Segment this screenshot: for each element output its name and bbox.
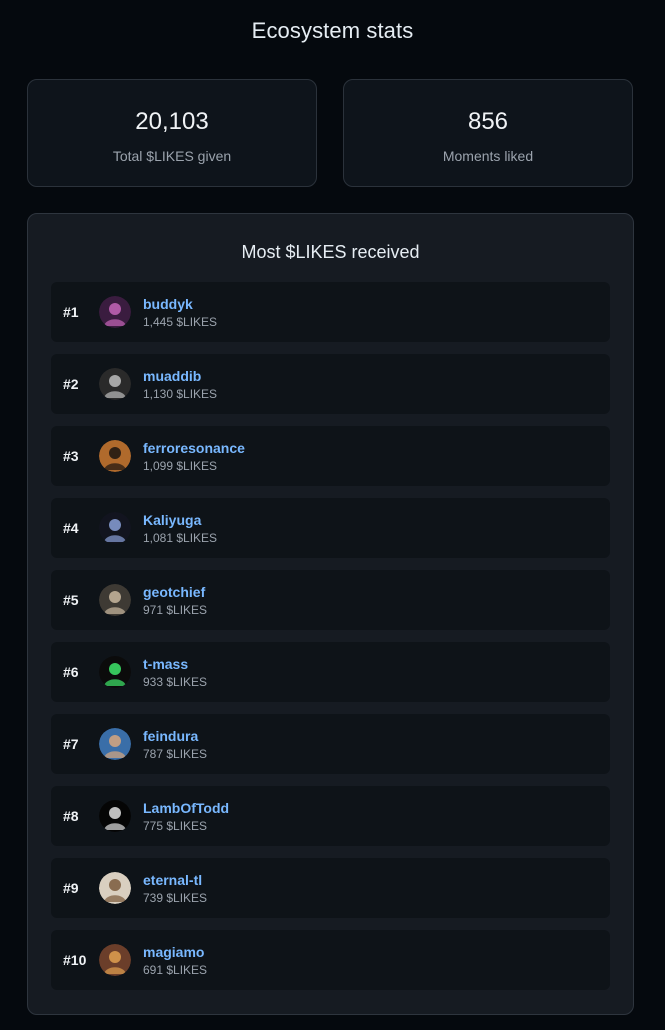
leaderboard-row[interactable]: #2 muaddib 1,130 $LIKES	[51, 354, 610, 414]
total-likes-value: 20,103	[135, 108, 209, 135]
avatar[interactable]	[99, 512, 131, 544]
leaderboard-row[interactable]: #4 Kaliyuga 1,081 $LIKES	[51, 498, 610, 558]
username-link[interactable]: t-mass	[143, 656, 188, 672]
leaderboard-row[interactable]: #3 ferroresonance 1,099 $LIKES	[51, 426, 610, 486]
username-link[interactable]: geotchief	[143, 584, 205, 600]
leaderboard-panel: Most $LIKES received #1 buddyk 1,445 $LI…	[27, 213, 634, 1015]
moments-liked-value: 856	[467, 108, 509, 135]
likes-count: 739 $LIKES	[143, 891, 208, 905]
username-link[interactable]: ferroresonance	[143, 440, 245, 456]
avatar[interactable]	[99, 800, 131, 832]
likes-count: 933 $LIKES	[143, 675, 208, 689]
avatar[interactable]	[99, 872, 131, 904]
username-link[interactable]: muaddib	[143, 368, 201, 384]
likes-count: 1,081 $LIKES	[143, 531, 218, 545]
total-likes-label: Total $LIKES given	[112, 148, 232, 164]
likes-count: 775 $LIKES	[143, 819, 208, 833]
rank-label: #10	[63, 952, 87, 968]
leaderboard-row[interactable]: #9 eternal-tl 739 $LIKES	[51, 858, 610, 918]
username-link[interactable]: buddyk	[143, 296, 193, 312]
username-link[interactable]: Kaliyuga	[143, 512, 201, 528]
stat-card-total-likes: 20,103 Total $LIKES given	[27, 79, 317, 187]
avatar[interactable]	[99, 728, 131, 760]
avatar[interactable]	[99, 368, 131, 400]
rank-label: #5	[63, 592, 79, 608]
avatar[interactable]	[99, 440, 131, 472]
username-link[interactable]: magiamo	[143, 944, 204, 960]
avatar[interactable]	[99, 584, 131, 616]
username-link[interactable]: eternal-tl	[143, 872, 202, 888]
moments-liked-label: Moments liked	[442, 148, 534, 164]
leaderboard-row[interactable]: #5 geotchief 971 $LIKES	[51, 570, 610, 630]
leaderboard-row[interactable]: #6 t-mass 933 $LIKES	[51, 642, 610, 702]
username-link[interactable]: feindura	[143, 728, 198, 744]
likes-count: 787 $LIKES	[143, 747, 208, 761]
likes-count: 971 $LIKES	[143, 603, 208, 617]
leaderboard-row[interactable]: #7 feindura 787 $LIKES	[51, 714, 610, 774]
rank-label: #1	[63, 304, 79, 320]
leaderboard-row[interactable]: #1 buddyk 1,445 $LIKES	[51, 282, 610, 342]
stat-card-moments-liked: 856 Moments liked	[343, 79, 633, 187]
avatar[interactable]	[99, 656, 131, 688]
leaderboard-title: Most $LIKES received	[241, 242, 420, 262]
leaderboard-list: #1 buddyk 1,445 $LIKES #2 muaddib 1,130 …	[51, 282, 610, 1002]
rank-label: #3	[63, 448, 79, 464]
username-link[interactable]: LambOfTodd	[143, 800, 229, 816]
likes-count: 1,445 $LIKES	[143, 315, 218, 329]
page: Ecosystem stats 20,103 Total $LIKES give…	[0, 0, 665, 1030]
leaderboard-row[interactable]: #8 LambOfTodd 775 $LIKES	[51, 786, 610, 846]
rank-label: #9	[63, 880, 79, 896]
rank-label: #4	[63, 520, 79, 536]
likes-count: 1,130 $LIKES	[143, 387, 218, 401]
rank-label: #2	[63, 376, 79, 392]
avatar[interactable]	[99, 296, 131, 328]
leaderboard-row[interactable]: #10 magiamo 691 $LIKES	[51, 930, 610, 990]
avatar[interactable]	[99, 944, 131, 976]
likes-count: 1,099 $LIKES	[143, 459, 218, 473]
rank-label: #6	[63, 664, 79, 680]
page-title: Ecosystem stats	[251, 18, 414, 43]
likes-count: 691 $LIKES	[143, 963, 208, 977]
rank-label: #8	[63, 808, 79, 824]
rank-label: #7	[63, 736, 79, 752]
